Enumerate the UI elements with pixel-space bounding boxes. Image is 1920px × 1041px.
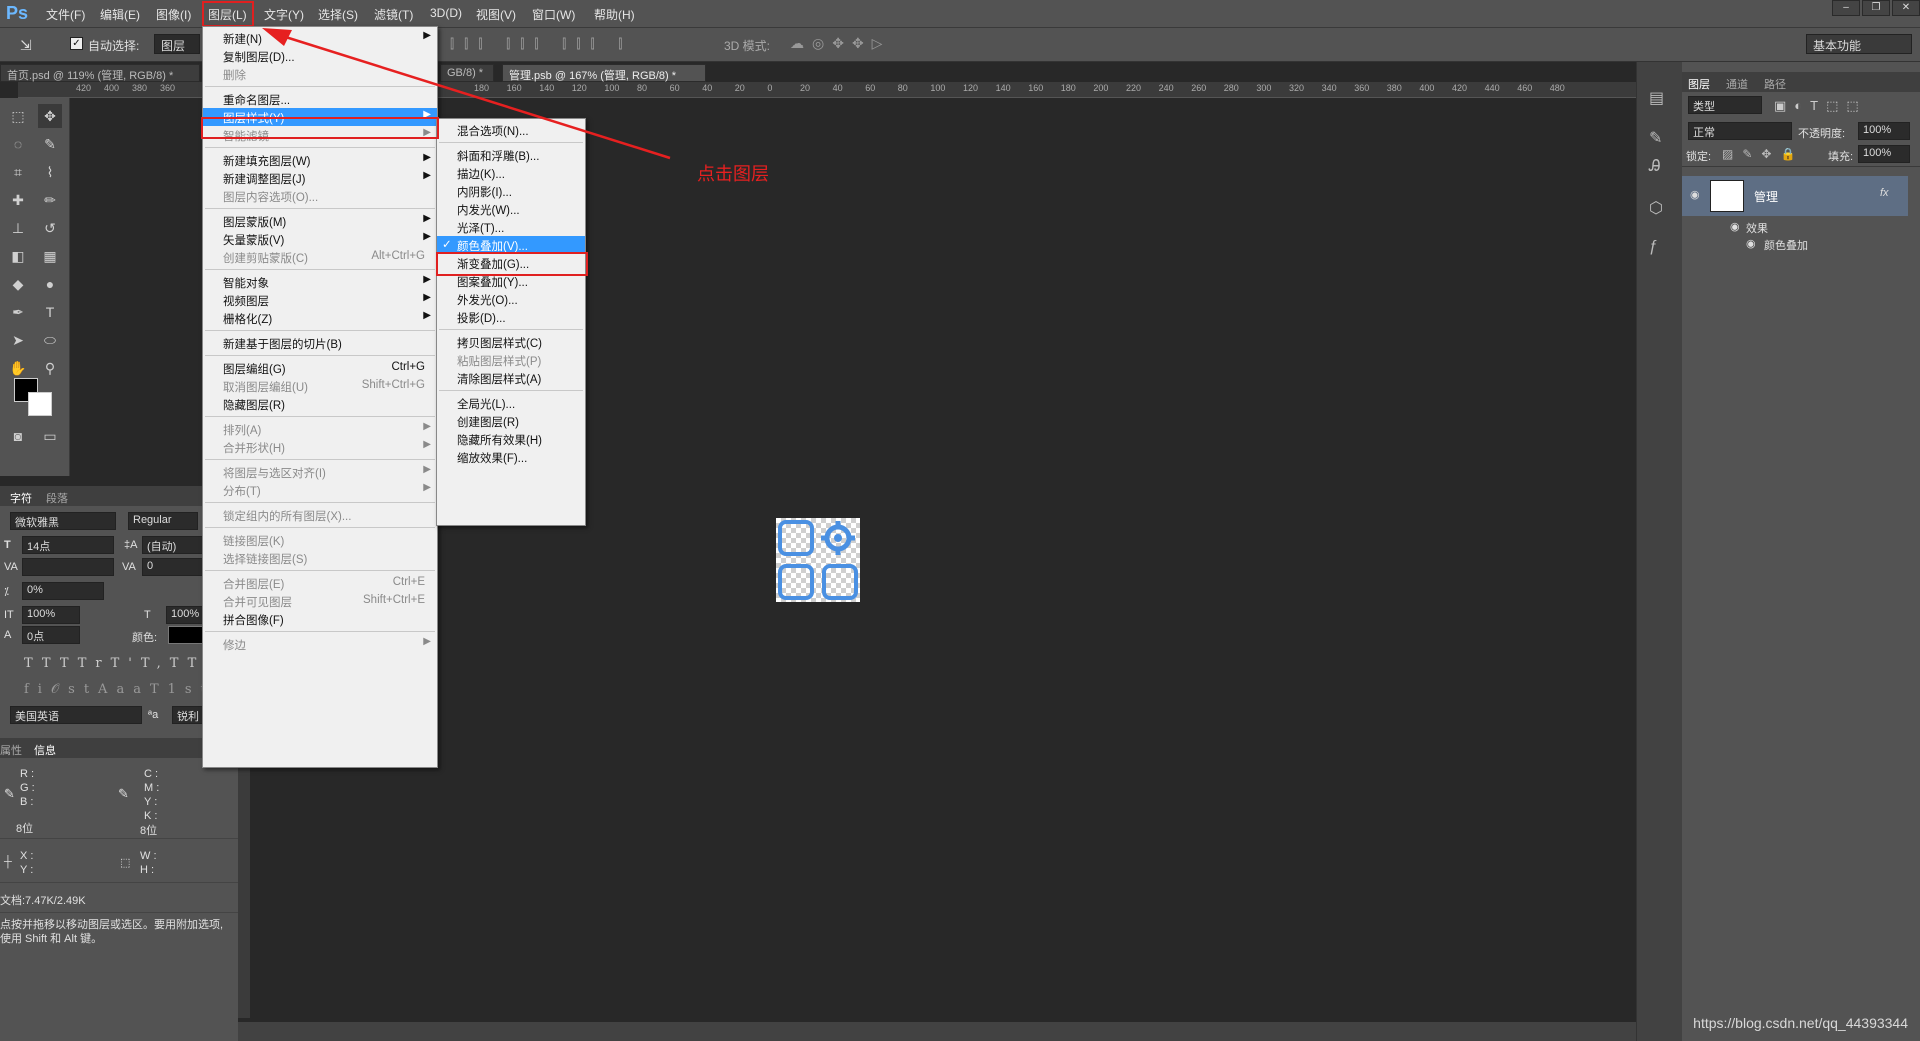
tab-channels[interactable]: 通道: [1726, 76, 1748, 92]
fill-label: 填充:: [1828, 151, 1854, 163]
panel-icon-strip: ▤ ✎ Ꭿ ⬡ ƒ: [1636, 62, 1682, 1041]
watermark: https://blog.csdn.net/qq_44393344: [1693, 1015, 1908, 1031]
effect-eye-icon[interactable]: ◉: [1746, 237, 1756, 250]
fill-field[interactable]: 100%: [1858, 145, 1910, 163]
annotation-text: 点击图层: [697, 164, 769, 184]
effect-color-overlay[interactable]: 颜色叠加: [1764, 237, 1808, 253]
clone-panel-icon[interactable]: Ꭿ: [1649, 158, 1661, 176]
layers-panel: 图层 通道 路径 类型 ▣◐T⬚⬚ 正常 不透明度: 100% 锁定: ▨✎✥🔒…: [1682, 62, 1920, 1041]
tab-layers[interactable]: 图层: [1688, 76, 1710, 92]
lock-label: 锁定:: [1686, 151, 1712, 163]
3d-panel-icon[interactable]: ⬡: [1649, 198, 1663, 218]
status-bar: [238, 1022, 1636, 1041]
layers-divider: [1682, 166, 1920, 167]
layer-thumbnail: [1710, 180, 1744, 212]
annotation-arrow: [262, 28, 671, 160]
tab-paths[interactable]: 路径: [1764, 76, 1786, 92]
layer-row-selected[interactable]: ◉ 管理 fx: [1682, 176, 1908, 216]
fx-badge[interactable]: fx: [1880, 187, 1889, 199]
opacity-label: 不透明度:: [1798, 128, 1846, 140]
effects-eye-icon[interactable]: ◉: [1730, 220, 1740, 233]
layer-filter-dropdown[interactable]: 类型: [1688, 96, 1762, 114]
effects-label: 效果: [1746, 223, 1768, 235]
visibility-eye-icon[interactable]: ◉: [1690, 188, 1700, 201]
layer-filter-icons[interactable]: ▣◐T⬚⬚: [1774, 98, 1867, 114]
brush-panel-icon[interactable]: ✎: [1649, 128, 1662, 148]
layers-panel-tabs: [1682, 72, 1920, 92]
opacity-field[interactable]: 100%: [1858, 122, 1910, 140]
blend-mode-dropdown[interactable]: 正常: [1688, 122, 1792, 140]
lock-icons[interactable]: ▨✎✥🔒: [1722, 147, 1804, 161]
history-panel-icon[interactable]: ▤: [1649, 88, 1664, 108]
fx-panel-icon[interactable]: ƒ: [1649, 238, 1658, 256]
layer-name[interactable]: 管理: [1754, 188, 1778, 205]
